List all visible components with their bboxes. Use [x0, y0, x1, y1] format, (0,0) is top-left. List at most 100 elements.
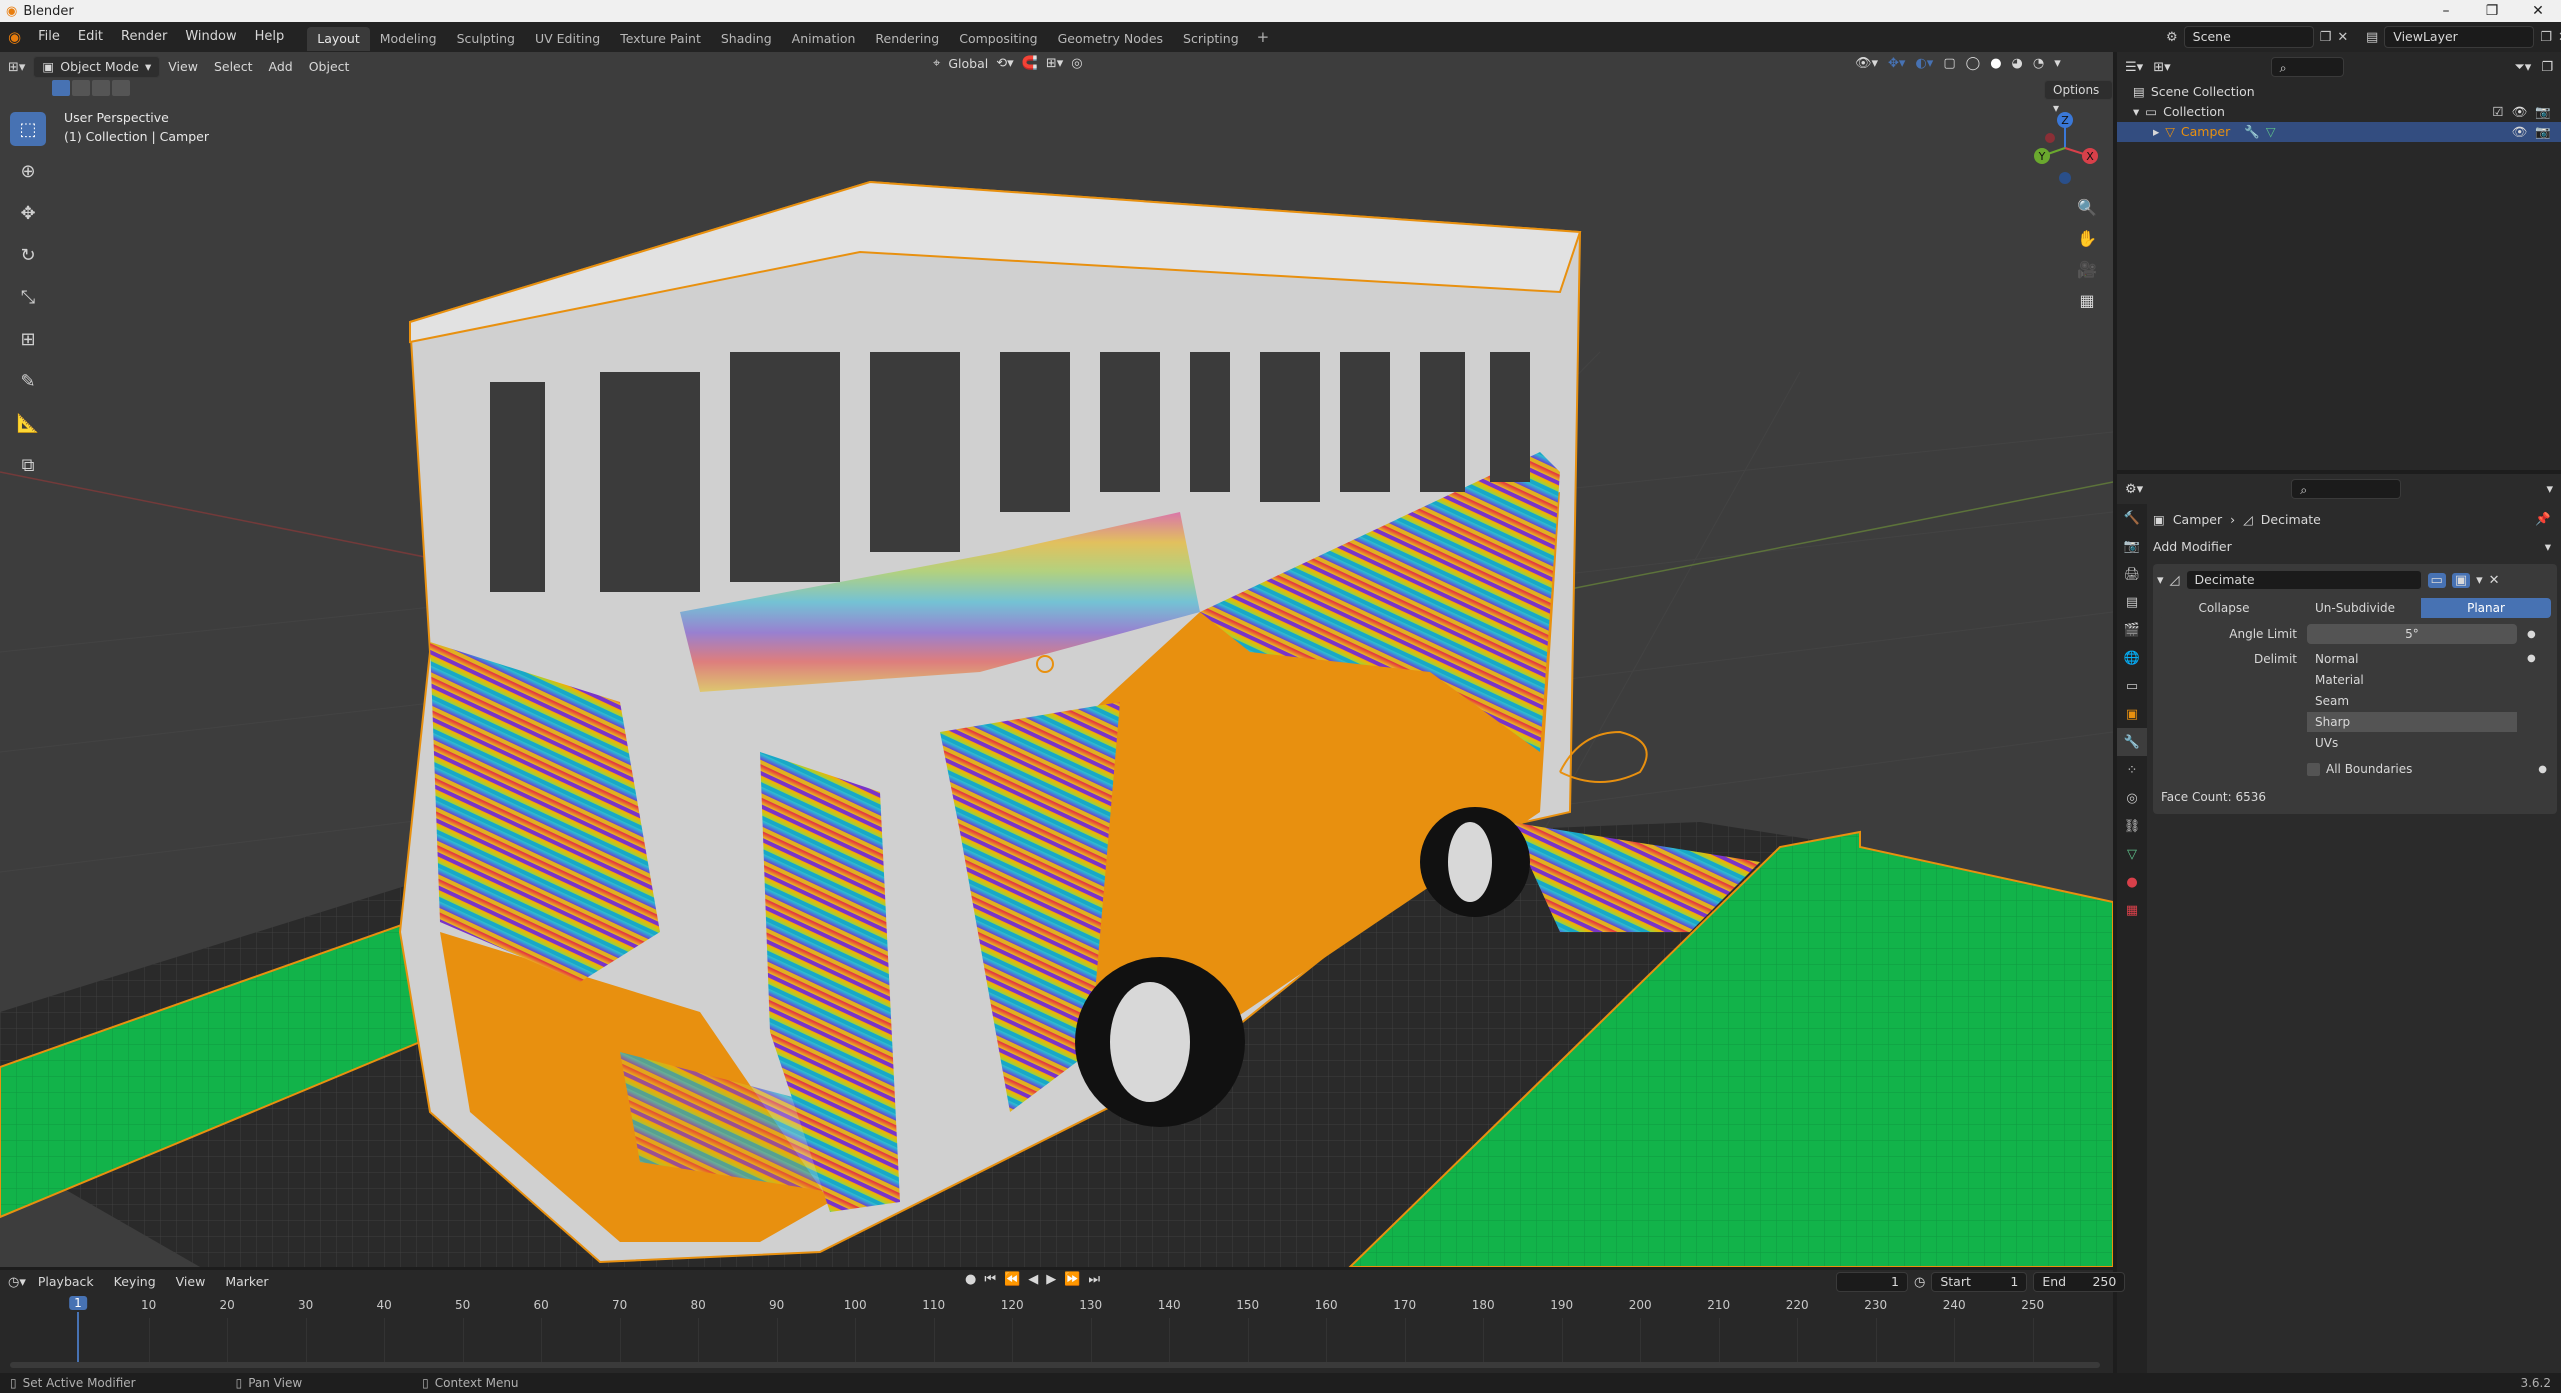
scene-field[interactable]: Scene: [2183, 26, 2314, 48]
editor-type-icon[interactable]: ⊞▾: [0, 60, 33, 75]
select-subtract-icon[interactable]: [92, 80, 110, 96]
properties-editor-type-icon[interactable]: ⚙▾: [2125, 482, 2143, 497]
tab-scripting[interactable]: Scripting: [1173, 27, 1249, 51]
expand-arrow-icon[interactable]: ▾: [2133, 102, 2139, 122]
render-camera-icon[interactable]: 📷: [2535, 122, 2551, 142]
keyframe-dot-icon[interactable]: ●: [2527, 649, 2536, 669]
pin-icon[interactable]: 📌: [2535, 511, 2551, 527]
mode-dropdown[interactable]: ▣ Object Mode ▾: [33, 56, 161, 78]
next-keyframe-icon[interactable]: ⏩: [1064, 1272, 1080, 1287]
perspective-toggle-icon[interactable]: ▦: [2072, 285, 2102, 315]
mode-collapse-button[interactable]: Collapse: [2159, 598, 2289, 618]
end-frame-field[interactable]: End 250: [2033, 1272, 2126, 1292]
menu-window[interactable]: Window: [176, 22, 245, 52]
collection-tab-icon[interactable]: ▭: [2117, 672, 2147, 700]
expand-arrow-icon[interactable]: ▸: [2153, 122, 2159, 142]
data-tab-icon[interactable]: ▽: [2117, 840, 2147, 868]
jump-start-icon[interactable]: ⏮: [984, 1272, 996, 1287]
current-frame-field[interactable]: 1: [1836, 1272, 1908, 1292]
texture-tab-icon[interactable]: ▦: [2117, 896, 2147, 924]
tab-shading[interactable]: Shading: [711, 27, 782, 51]
mode-unsubdivide-button[interactable]: Un-Subdivide: [2290, 598, 2420, 618]
properties-options-icon[interactable]: ▾: [2546, 482, 2553, 497]
add-workspace-icon[interactable]: +: [1249, 28, 1278, 46]
material-tab-icon[interactable]: ●: [2117, 868, 2147, 896]
output-tab-icon[interactable]: 🖨: [2117, 560, 2147, 588]
world-tab-icon[interactable]: 🌐: [2117, 644, 2147, 672]
tool-tab-icon[interactable]: 🔨: [2117, 504, 2147, 532]
outliner-row-scene-collection[interactable]: ▤ Scene Collection: [2117, 82, 2561, 102]
prev-keyframe-icon[interactable]: ⏪: [1004, 1272, 1020, 1287]
modifier-wrench-icon[interactable]: 🔧: [2244, 122, 2260, 142]
snap-icon[interactable]: 🧲: [1022, 56, 1038, 71]
angle-limit-slider[interactable]: 5°: [2307, 624, 2517, 644]
wireframe-shading-icon[interactable]: ◯: [1966, 56, 1981, 71]
solid-shading-icon[interactable]: ●: [1990, 56, 2001, 71]
delete-scene-icon[interactable]: ✕: [2337, 30, 2348, 45]
scale-tool-icon[interactable]: ⤡: [10, 280, 46, 314]
gizmo-toggle-icon[interactable]: ✥▾: [1888, 56, 1905, 71]
add-modifier-button[interactable]: Add Modifier ▾: [2153, 534, 2557, 558]
tab-rendering[interactable]: Rendering: [865, 27, 949, 51]
play-icon[interactable]: ▶: [1046, 1272, 1056, 1287]
view-layer-field[interactable]: ViewLayer: [2384, 26, 2535, 48]
physics-tab-icon[interactable]: ◎: [2117, 784, 2147, 812]
clock-icon[interactable]: ◷: [1914, 1275, 1925, 1290]
tab-modeling[interactable]: Modeling: [370, 27, 447, 51]
material-shading-icon[interactable]: ◕: [2012, 56, 2023, 71]
filter-icon[interactable]: ⏷▾: [2514, 60, 2531, 75]
view-layer-tab-icon[interactable]: ▤: [2117, 588, 2147, 616]
remove-modifier-icon[interactable]: ✕: [2489, 573, 2500, 588]
new-scene-icon[interactable]: ❐: [2320, 30, 2332, 45]
collapse-arrow-icon[interactable]: ▾: [2157, 573, 2164, 588]
editmode-toggle-icon[interactable]: ▭: [2427, 572, 2446, 588]
realtime-toggle-icon[interactable]: ▣: [2451, 572, 2471, 588]
render-tab-icon[interactable]: 📷: [2117, 532, 2147, 560]
transform-tool-icon[interactable]: ⊞: [10, 322, 46, 356]
xray-icon[interactable]: ▢: [1943, 56, 1955, 71]
constraints-tab-icon[interactable]: ⛓: [2117, 812, 2147, 840]
maximize-button[interactable]: ❐: [2469, 0, 2515, 22]
tab-texture-paint[interactable]: Texture Paint: [610, 27, 711, 51]
timeline-editor-type-icon[interactable]: ◷▾: [8, 1275, 26, 1290]
rendered-shading-icon[interactable]: ◔: [2033, 56, 2044, 71]
minimize-button[interactable]: –: [2423, 0, 2469, 22]
delimit-seam-toggle[interactable]: Seam: [2307, 691, 2517, 711]
playhead-label[interactable]: 1: [69, 1296, 87, 1310]
visibility-eye-icon[interactable]: 👁: [2512, 122, 2528, 142]
menu-edit[interactable]: Edit: [69, 22, 112, 52]
timeline-scrollbar[interactable]: [10, 1362, 2100, 1368]
menu-help[interactable]: Help: [246, 22, 294, 52]
viewport-menu-add[interactable]: Add: [261, 56, 301, 78]
menu-render[interactable]: Render: [112, 22, 176, 52]
particles-tab-icon[interactable]: ⁘: [2117, 756, 2147, 784]
camera-view-icon[interactable]: 🎥: [2072, 254, 2102, 284]
modifier-menu-icon[interactable]: ▾: [2476, 573, 2483, 588]
add-cube-tool-icon[interactable]: ⧉: [10, 448, 46, 482]
modifier-name-field[interactable]: Decimate: [2185, 570, 2422, 590]
snap-target-icon[interactable]: ⊞▾: [1046, 56, 1063, 71]
outliner-search-input[interactable]: ⌕: [2270, 57, 2345, 77]
move-tool-icon[interactable]: ✥: [10, 196, 46, 230]
overlay-toggle-icon[interactable]: ◐▾: [1915, 56, 1933, 71]
visibility-eye-icon[interactable]: 👁: [2512, 102, 2528, 122]
mesh-data-icon[interactable]: ▽: [2266, 122, 2276, 142]
keyframe-dot-icon[interactable]: ●: [2527, 629, 2536, 640]
tab-sculpting[interactable]: Sculpting: [447, 27, 525, 51]
orientation-dropdown[interactable]: Global: [948, 56, 988, 71]
tab-layout[interactable]: Layout: [307, 26, 370, 51]
mode-planar-button[interactable]: Planar: [2421, 598, 2551, 618]
select-new-icon[interactable]: [52, 80, 70, 96]
all-boundaries-checkbox[interactable]: [2307, 762, 2320, 776]
rotate-tool-icon[interactable]: ↻: [10, 238, 46, 272]
select-intersect-icon[interactable]: [112, 80, 130, 96]
pan-hand-icon[interactable]: ✋: [2072, 223, 2102, 253]
cursor-tool-icon[interactable]: ⊕: [10, 154, 46, 188]
blender-menu-icon[interactable]: ◉: [0, 28, 29, 46]
menu-file[interactable]: File: [29, 22, 69, 52]
proportional-edit-icon[interactable]: ◎: [1071, 56, 1082, 71]
play-reverse-icon[interactable]: ◀: [1028, 1272, 1038, 1287]
tab-geometry-nodes[interactable]: Geometry Nodes: [1048, 27, 1173, 51]
exclude-checkbox-icon[interactable]: ☑: [2492, 102, 2503, 122]
record-icon[interactable]: ●: [965, 1272, 976, 1287]
